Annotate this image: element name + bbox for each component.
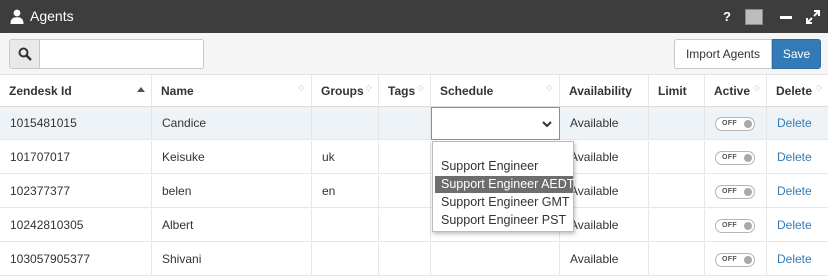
sort-icon: ◇: [365, 83, 372, 92]
minimize-button[interactable]: [775, 6, 797, 28]
sort-ascending-icon: [137, 87, 145, 92]
table-row[interactable]: 102377377 belen en Available OFF Delete: [0, 175, 828, 208]
schedule-option[interactable]: Support Engineer GMT: [435, 194, 573, 211]
cell-groups[interactable]: [312, 243, 379, 276]
user-icon: [10, 9, 24, 24]
delete-link[interactable]: Delete: [777, 218, 812, 232]
cell-zendesk-id: 1015481015: [0, 107, 152, 140]
cell-availability: Available: [560, 107, 649, 140]
column-header-active[interactable]: Active ◇: [705, 75, 767, 107]
window-title: Agents: [30, 8, 74, 24]
cell-tags[interactable]: [379, 175, 431, 208]
schedule-select[interactable]: [431, 107, 560, 140]
active-toggle[interactable]: OFF: [715, 185, 755, 199]
cell-zendesk-id: 103057905377: [0, 243, 152, 276]
column-header-availability[interactable]: Availability: [560, 75, 649, 107]
cell-schedule[interactable]: [431, 243, 560, 276]
search-icon: [18, 47, 32, 61]
table-row[interactable]: 10242810305 Albert Available OFF Delete: [0, 209, 828, 242]
cell-limit[interactable]: [649, 175, 705, 208]
cell-tags[interactable]: [379, 209, 431, 242]
delete-link[interactable]: Delete: [777, 184, 812, 198]
toggle-knob: [744, 256, 752, 264]
schedule-dropdown-list: Support Engineer Support Engineer AEDT S…: [432, 141, 574, 232]
column-header-limit[interactable]: Limit: [649, 75, 705, 107]
cell-delete: Delete: [767, 141, 828, 174]
schedule-option[interactable]: Support Engineer PST: [435, 212, 573, 229]
cell-limit[interactable]: [649, 243, 705, 276]
window-titlebar: Agents ?: [0, 0, 828, 33]
search-button[interactable]: [9, 39, 40, 69]
column-header-delete[interactable]: Delete ◇: [767, 75, 828, 107]
cell-groups[interactable]: en: [312, 175, 379, 208]
delete-link[interactable]: Delete: [777, 150, 812, 164]
cell-name: belen: [152, 175, 312, 208]
cell-availability: Available: [560, 243, 649, 276]
cell-limit[interactable]: [649, 107, 705, 140]
cell-delete: Delete: [767, 175, 828, 208]
expand-button[interactable]: [802, 6, 824, 28]
cell-name: Keisuke: [152, 141, 312, 174]
sort-icon: ◇: [546, 83, 553, 92]
sort-icon: ◇: [815, 83, 822, 92]
active-toggle[interactable]: OFF: [715, 219, 755, 233]
cell-active: OFF: [705, 209, 767, 242]
cell-zendesk-id: 102377377: [0, 175, 152, 208]
column-header-name[interactable]: Name ◇: [152, 75, 312, 107]
cell-name: Shivani: [152, 243, 312, 276]
sort-icon: ◇: [298, 83, 305, 92]
toggle-knob: [744, 188, 752, 196]
cell-groups[interactable]: [312, 209, 379, 242]
expand-icon: [806, 10, 820, 24]
cell-delete: Delete: [767, 107, 828, 140]
cell-active: OFF: [705, 141, 767, 174]
delete-link[interactable]: Delete: [777, 116, 812, 130]
table-row[interactable]: 1015481015 Candice Available OFF Delete: [0, 107, 828, 140]
toggle-knob: [744, 222, 752, 230]
cell-limit[interactable]: [649, 141, 705, 174]
cell-zendesk-id: 101707017: [0, 141, 152, 174]
cell-groups[interactable]: [312, 107, 379, 140]
toggle-knob: [744, 120, 752, 128]
column-header-groups[interactable]: Groups ◇: [312, 75, 379, 107]
delete-link[interactable]: Delete: [777, 252, 812, 266]
cell-limit[interactable]: [649, 209, 705, 242]
help-button[interactable]: ?: [716, 6, 738, 28]
cell-delete: Delete: [767, 209, 828, 242]
save-button[interactable]: Save: [772, 39, 821, 69]
cell-groups[interactable]: uk: [312, 141, 379, 174]
cell-active: OFF: [705, 107, 767, 140]
chevron-down-icon: [542, 121, 552, 128]
schedule-option-highlighted[interactable]: Support Engineer AEDT: [435, 176, 574, 193]
sort-icon: ◇: [753, 83, 760, 92]
cell-delete: Delete: [767, 243, 828, 276]
cell-active: OFF: [705, 175, 767, 208]
cell-active: OFF: [705, 243, 767, 276]
active-toggle[interactable]: OFF: [715, 151, 755, 165]
toggle-knob: [744, 154, 752, 162]
active-toggle[interactable]: OFF: [715, 253, 755, 267]
column-header-schedule[interactable]: Schedule ◇: [431, 75, 560, 107]
column-header-zendesk-id[interactable]: Zendesk Id: [0, 75, 152, 107]
cell-tags[interactable]: [379, 141, 431, 174]
schedule-option[interactable]: Support Engineer: [435, 158, 573, 175]
active-toggle[interactable]: OFF: [715, 117, 755, 131]
cell-name: Candice: [152, 107, 312, 140]
cell-name: Albert: [152, 209, 312, 242]
toolbar: Import Agents Save: [0, 33, 828, 75]
cell-zendesk-id: 10242810305: [0, 209, 152, 242]
table-row[interactable]: 101707017 Keisuke uk Available OFF Delet…: [0, 141, 828, 174]
cell-tags[interactable]: [379, 243, 431, 276]
window-square-button[interactable]: [745, 9, 763, 25]
column-header-tags[interactable]: Tags ◇: [379, 75, 431, 107]
search-input[interactable]: [39, 39, 204, 69]
sort-icon: ◇: [417, 83, 424, 92]
cell-tags[interactable]: [379, 107, 431, 140]
import-agents-button[interactable]: Import Agents: [674, 39, 772, 69]
table-row[interactable]: 103057905377 Shivani Available OFF Delet…: [0, 243, 828, 276]
